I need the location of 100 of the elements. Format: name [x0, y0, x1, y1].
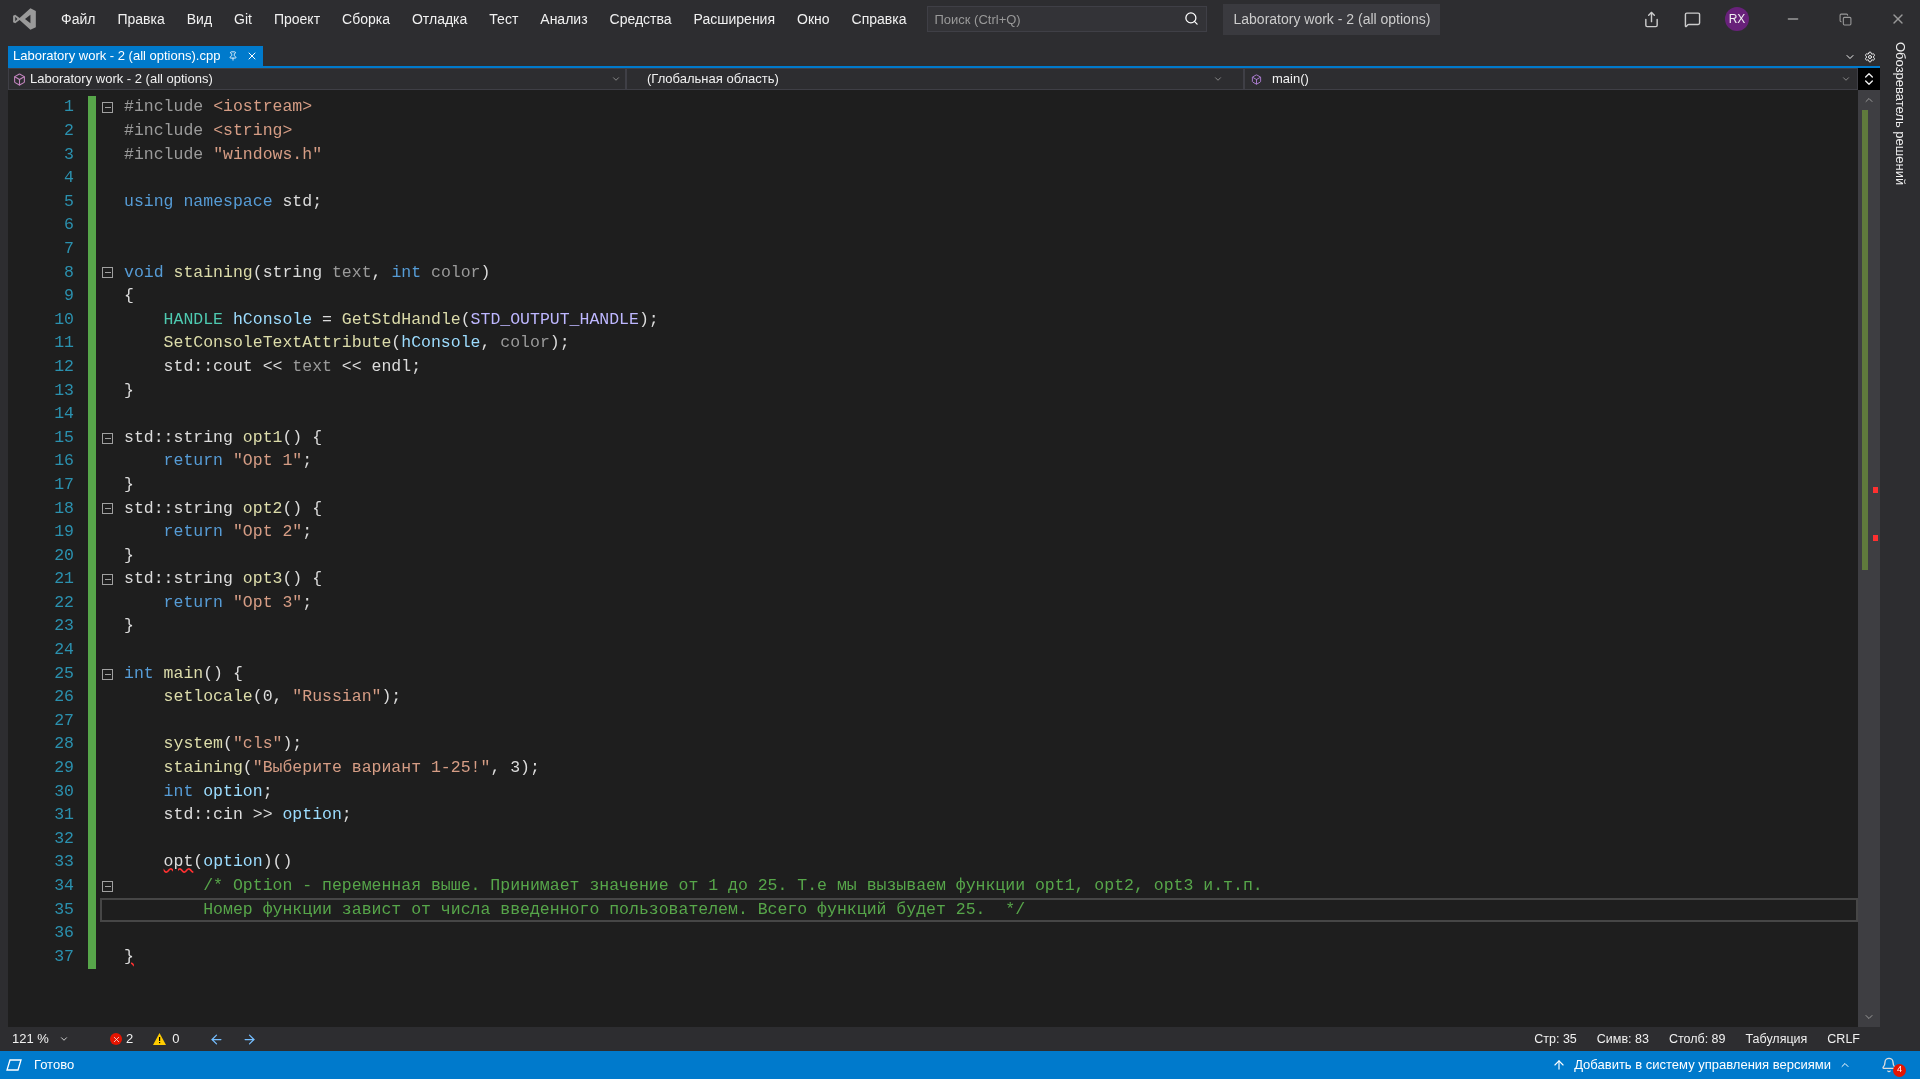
collapse-icon[interactable]: [102, 267, 113, 279]
code-line: HANDLE hConsole = GetStdHandle(STD_OUTPUT_HANDLE);: [162, 308, 659, 331]
code-line: return "Opt 2";: [162, 521, 313, 544]
pin-icon[interactable]: [228, 51, 239, 61]
collapse-icon[interactable]: [102, 668, 113, 680]
warning-count[interactable]: 0: [153, 1029, 180, 1049]
scope-dropdown[interactable]: (Глобальная область): [626, 68, 1244, 90]
line-number: 22: [54, 591, 74, 614]
line-number: 34: [54, 875, 74, 897]
code-line: std::string opt3() {: [124, 568, 323, 591]
cursor-info: Стр: 35: [1534, 1030, 1577, 1048]
code-line: return "Opt 3";: [162, 591, 313, 614]
line-number: 9: [64, 285, 74, 308]
collapse-icon[interactable]: [102, 574, 113, 586]
zoom-dropdown[interactable]: 121 %: [8, 1029, 78, 1049]
line-number: 25: [54, 662, 74, 685]
menu-item[interactable]: Отладка: [401, 8, 479, 30]
file-tab[interactable]: Laboratory work - 2 (all options).cpp: [8, 46, 264, 66]
feedback-icon[interactable]: [1684, 10, 1701, 28]
line-number: 10: [54, 308, 74, 331]
error-marker: [1873, 535, 1878, 541]
menu-item[interactable]: Расширения: [682, 8, 786, 30]
menu-item[interactable]: Средства: [598, 8, 683, 30]
line-number: 33: [54, 851, 74, 874]
code-line: void staining(string text, int color): [124, 261, 491, 284]
line-number: 7: [64, 238, 74, 260]
error-icon: [110, 1033, 122, 1045]
status-text: Готово: [34, 1056, 75, 1075]
menu-item[interactable]: Правка: [106, 8, 176, 30]
line-number: 37: [54, 945, 74, 968]
code-line: #include "windows.h": [124, 143, 323, 166]
method-icon: [1251, 73, 1262, 85]
code-line: }: [124, 544, 134, 567]
solution-title: Laboratory work - 2 (all options): [1223, 3, 1441, 35]
menu-item[interactable]: Тест: [478, 8, 530, 30]
collapse-icon[interactable]: [102, 880, 113, 892]
source-control-button[interactable]: Добавить в систему управления версиями: [1552, 1055, 1851, 1075]
code-line: /* Option - переменная выше. Принимает значение от 1 до 25. Т.е мы вызываем функции opt1, opt2, opt3 и.т.п.: [202, 875, 1263, 897]
back-icon[interactable]: [209, 1031, 225, 1047]
cursor-info: Столб: 89: [1668, 1030, 1726, 1048]
code-line: #include <iostream>: [124, 96, 313, 119]
line-number: 19: [54, 521, 74, 544]
menu-item[interactable]: Вид: [175, 8, 224, 30]
search-icon[interactable]: [1184, 11, 1200, 26]
menu-item[interactable]: Файл: [50, 8, 107, 30]
logo-icon: [12, 6, 38, 32]
line-number: 26: [54, 686, 74, 709]
line-number: 15: [54, 426, 74, 449]
project-dropdown[interactable]: Laboratory work - 2 (all options): [8, 68, 626, 90]
member-dropdown[interactable]: main(): [1244, 68, 1858, 90]
user-avatar[interactable]: RX: [1725, 7, 1749, 31]
menu-item[interactable]: Справка: [840, 8, 918, 30]
code-line: system("cls");: [162, 733, 303, 756]
cursor-info: Симв: 83: [1596, 1030, 1649, 1048]
error-count[interactable]: 2: [110, 1029, 134, 1049]
menu-item[interactable]: Окно: [786, 8, 841, 30]
code-line: #include <string>: [124, 120, 293, 142]
collapse-icon[interactable]: [102, 432, 113, 444]
code-line: SetConsoleTextAttribute(hConsole, color);: [162, 332, 570, 355]
line-number: 5: [64, 190, 74, 213]
line-number: 17: [54, 473, 74, 496]
search-field[interactable]: Поиск (Ctrl+Q): [927, 6, 1208, 32]
code-line: std::cin >> option;: [162, 804, 352, 827]
dropdown-icon: [611, 74, 621, 84]
line-number: 16: [54, 450, 74, 473]
line-number: 12: [54, 355, 74, 378]
bell-icon[interactable]: [1881, 1057, 1897, 1073]
menu-item[interactable]: Сборка: [331, 8, 401, 30]
code-line: std::cout << text << endl;: [162, 355, 422, 378]
menu-item[interactable]: Анализ: [529, 8, 599, 30]
line-number: 6: [64, 214, 74, 237]
split-icon[interactable]: [1858, 68, 1880, 90]
cursor-info: Табуляция: [1745, 1030, 1808, 1048]
line-number: 29: [54, 757, 74, 780]
code-line: Номер функции завист от числа введенного пользователем. Всего функций будет 25. */: [202, 898, 1026, 921]
code-line: int main() {: [124, 662, 243, 685]
collapse-icon[interactable]: [102, 102, 113, 114]
status-icon: [6, 1059, 22, 1071]
solution-explorer-tab[interactable]: Обозреватель решений: [1890, 42, 1910, 186]
forward-icon[interactable]: [242, 1031, 258, 1047]
line-number: 35: [54, 898, 74, 921]
tab-label[interactable]: Laboratory work - 2 (all options).cpp: [13, 46, 221, 66]
code-line: staining("Выберите вариант 1-25!", 3);: [162, 757, 540, 780]
code-line: }: [124, 473, 134, 496]
share-icon[interactable]: [1643, 10, 1660, 28]
error-marker: [1873, 487, 1878, 493]
warning-icon: [153, 1033, 167, 1045]
collapse-icon[interactable]: [102, 503, 113, 515]
menu-item[interactable]: Проект: [262, 8, 332, 30]
code-line: opt(option)(): [162, 851, 293, 874]
code-line: {: [124, 285, 134, 308]
line-number: 1: [64, 96, 74, 119]
code-line: std::string opt2() {: [124, 497, 323, 520]
line-number: 18: [54, 497, 74, 520]
line-number: 21: [54, 568, 74, 591]
code-line: }: [124, 379, 134, 402]
restore-icon[interactable]: [1839, 12, 1852, 26]
settings-icon[interactable]: [1864, 51, 1876, 63]
code-line: return "Opt 1";: [162, 450, 313, 473]
menu-item[interactable]: Git: [223, 8, 263, 30]
